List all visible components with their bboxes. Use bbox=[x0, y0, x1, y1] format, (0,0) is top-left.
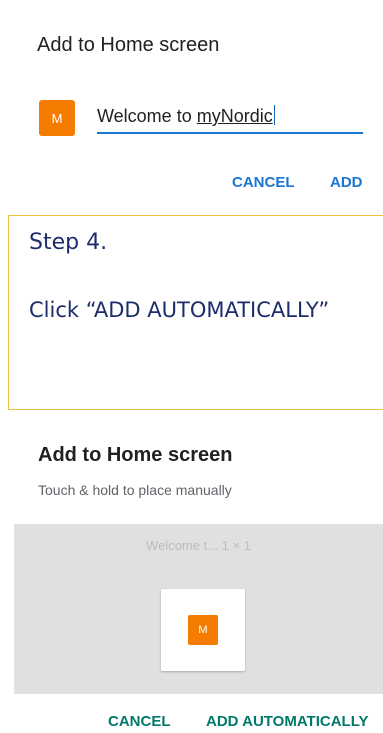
dialog-subtitle: Touch & hold to place manually bbox=[38, 482, 232, 498]
dialog-title-2: Add to Home screen bbox=[38, 444, 233, 466]
add-button[interactable]: ADD bbox=[330, 174, 363, 191]
input-text-underlined: myNordic bbox=[196, 106, 273, 126]
dialog-title: Add to Home screen bbox=[37, 34, 220, 56]
input-text-prefix: Welcome to bbox=[97, 106, 197, 126]
app-icon-preview-letter: M bbox=[198, 624, 208, 636]
step-heading: Step 4. bbox=[29, 230, 108, 255]
step-instruction: Click “ADD AUTOMATICALLY” bbox=[29, 298, 330, 322]
widget-label: Welcome t... 1 × 1 bbox=[146, 538, 251, 553]
step-callout: Step 4. Click “ADD AUTOMATICALLY” bbox=[8, 215, 383, 410]
cancel-button[interactable]: CANCEL bbox=[232, 174, 295, 191]
app-icon-preview: M bbox=[188, 615, 218, 645]
text-cursor bbox=[273, 105, 275, 125]
widget-card[interactable]: M bbox=[161, 589, 245, 671]
shortcut-name-input[interactable]: Welcome to myNordic bbox=[97, 102, 363, 134]
add-automatically-button[interactable]: ADD AUTOMATICALLY bbox=[206, 713, 369, 730]
app-icon: M bbox=[39, 100, 75, 136]
app-icon-letter: M bbox=[51, 110, 63, 126]
cancel-button-2[interactable]: CANCEL bbox=[108, 713, 171, 730]
widget-preview[interactable]: Welcome t... 1 × 1 M bbox=[14, 524, 383, 694]
